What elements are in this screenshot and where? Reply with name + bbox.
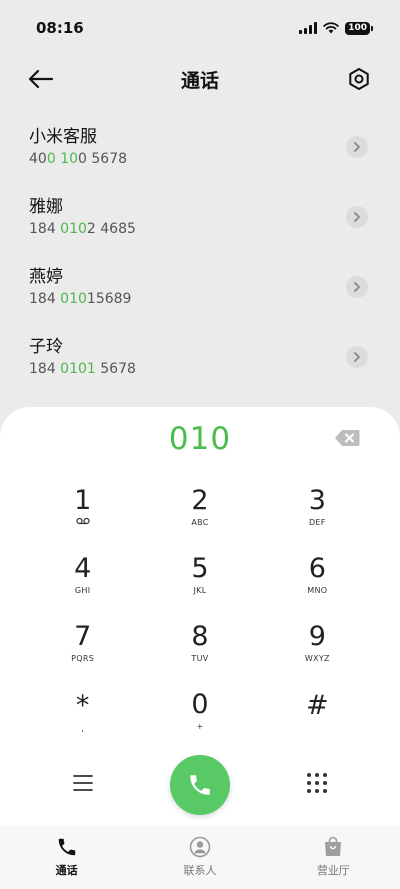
shopping-bag-icon [321, 835, 345, 859]
menu-button[interactable] [68, 769, 98, 797]
settings-button[interactable] [344, 64, 374, 94]
key-8[interactable]: 8 TUV [141, 617, 258, 685]
key-letters: , [81, 724, 85, 733]
key-2[interactable]: 2 ABC [141, 481, 258, 549]
keypad-toggle-button[interactable] [302, 769, 332, 797]
key-digit: 2 [191, 485, 209, 516]
contact-detail-button[interactable] [346, 346, 368, 368]
key-digit: 1 [74, 485, 92, 516]
key-digit: 4 [74, 553, 92, 584]
backspace-icon [335, 430, 360, 446]
contact-detail-button[interactable] [346, 136, 368, 158]
contact-row[interactable]: 燕婷 184 01015689 [0, 256, 400, 326]
key-digit: 7 [74, 621, 92, 652]
bottom-nav: 通话 联系人 营业厅 [0, 826, 400, 889]
voicemail-icon [76, 517, 90, 525]
dialer-action-row [0, 751, 400, 815]
wifi-icon [323, 22, 339, 34]
contact-name: 雅娜 [29, 197, 63, 217]
key-letters: JKL [193, 586, 207, 595]
key-9[interactable]: 9 WXYZ [259, 617, 376, 685]
key-star[interactable]: * , [24, 685, 141, 753]
key-letters: MNO [307, 586, 328, 595]
call-button[interactable] [170, 755, 230, 815]
key-letters: ABC [191, 518, 209, 527]
key-letters: WXYZ [304, 654, 330, 663]
key-4[interactable]: 4 GHI [24, 549, 141, 617]
page-title: 通话 [180, 69, 219, 92]
contact-suggestion-list: 小米客服 400 100 5678 雅娜 184 0102 4685 燕婷 18… [0, 116, 400, 396]
key-digit: 5 [191, 553, 209, 584]
key-5[interactable]: 5 JKL [141, 549, 258, 617]
dialer-panel: 010 1 2 ABC 3 DEF 4 GHI 5 JKL 6 MNO 7 PQ… [0, 407, 400, 827]
header: 通话 [0, 58, 400, 100]
contact-number: 184 0102 4685 [29, 221, 136, 237]
key-letters: DEF [308, 518, 326, 527]
phone-icon [55, 835, 79, 859]
backspace-button[interactable] [334, 429, 362, 449]
contact-detail-button[interactable] [346, 276, 368, 298]
contact-number: 400 100 5678 [29, 151, 128, 167]
key-letters: PQRS [71, 654, 95, 663]
chevron-right-icon [354, 212, 360, 222]
key-letters: + [196, 722, 204, 731]
key-digit: 8 [191, 621, 209, 652]
contact-number: 184 01015689 [29, 291, 132, 307]
nav-item-contacts[interactable]: 联系人 [133, 826, 266, 889]
key-digit: 0 [191, 689, 209, 720]
status-time: 08:16 [36, 19, 84, 37]
chevron-right-icon [354, 282, 360, 292]
chevron-right-icon [354, 142, 360, 152]
key-6[interactable]: 6 MNO [259, 549, 376, 617]
contact-row[interactable]: 小米客服 400 100 5678 [0, 116, 400, 186]
back-button[interactable] [26, 64, 56, 94]
nav-item-calls[interactable]: 通话 [0, 826, 133, 889]
battery-icon: 100 [345, 21, 373, 35]
key-0[interactable]: 0 + [141, 685, 258, 753]
key-3[interactable]: 3 DEF [259, 481, 376, 549]
contact-name: 燕婷 [29, 267, 63, 287]
contact-number: 184 0101 5678 [29, 361, 136, 377]
key-digit: 3 [308, 485, 326, 516]
back-arrow-icon [28, 69, 54, 89]
key-1[interactable]: 1 [24, 481, 141, 549]
nav-label: 营业厅 [316, 864, 350, 877]
signal-icon [299, 22, 318, 34]
phone-icon [190, 775, 210, 795]
key-digit: 6 [308, 553, 326, 584]
chevron-right-icon [354, 352, 360, 362]
contact-detail-button[interactable] [346, 206, 368, 228]
dots-grid-icon [307, 773, 327, 793]
key-digit: * [75, 690, 90, 721]
key-letters: TUV [191, 654, 209, 663]
key-hash[interactable]: # [259, 685, 376, 753]
key-digit: 9 [308, 621, 326, 652]
contact-name: 小米客服 [29, 127, 97, 147]
status-icons: 100 [299, 21, 373, 35]
status-bar: 08:16 100 [0, 0, 400, 56]
key-letters: GHI [74, 586, 91, 595]
nav-item-service-hall[interactable]: 营业厅 [267, 826, 400, 889]
menu-icon [73, 775, 93, 791]
keypad: 1 2 ABC 3 DEF 4 GHI 5 JKL 6 MNO 7 PQRS 8 [24, 481, 376, 753]
contact-name: 子玲 [29, 337, 63, 357]
key-digit: # [306, 690, 329, 721]
key-7[interactable]: 7 PQRS [24, 617, 141, 685]
nav-label: 通话 [55, 864, 78, 877]
contact-row[interactable]: 子玲 184 0101 5678 [0, 326, 400, 396]
nav-label: 联系人 [183, 864, 217, 877]
settings-hexagon-icon [349, 68, 369, 90]
contacts-icon [188, 835, 212, 859]
contact-row[interactable]: 雅娜 184 0102 4685 [0, 186, 400, 256]
